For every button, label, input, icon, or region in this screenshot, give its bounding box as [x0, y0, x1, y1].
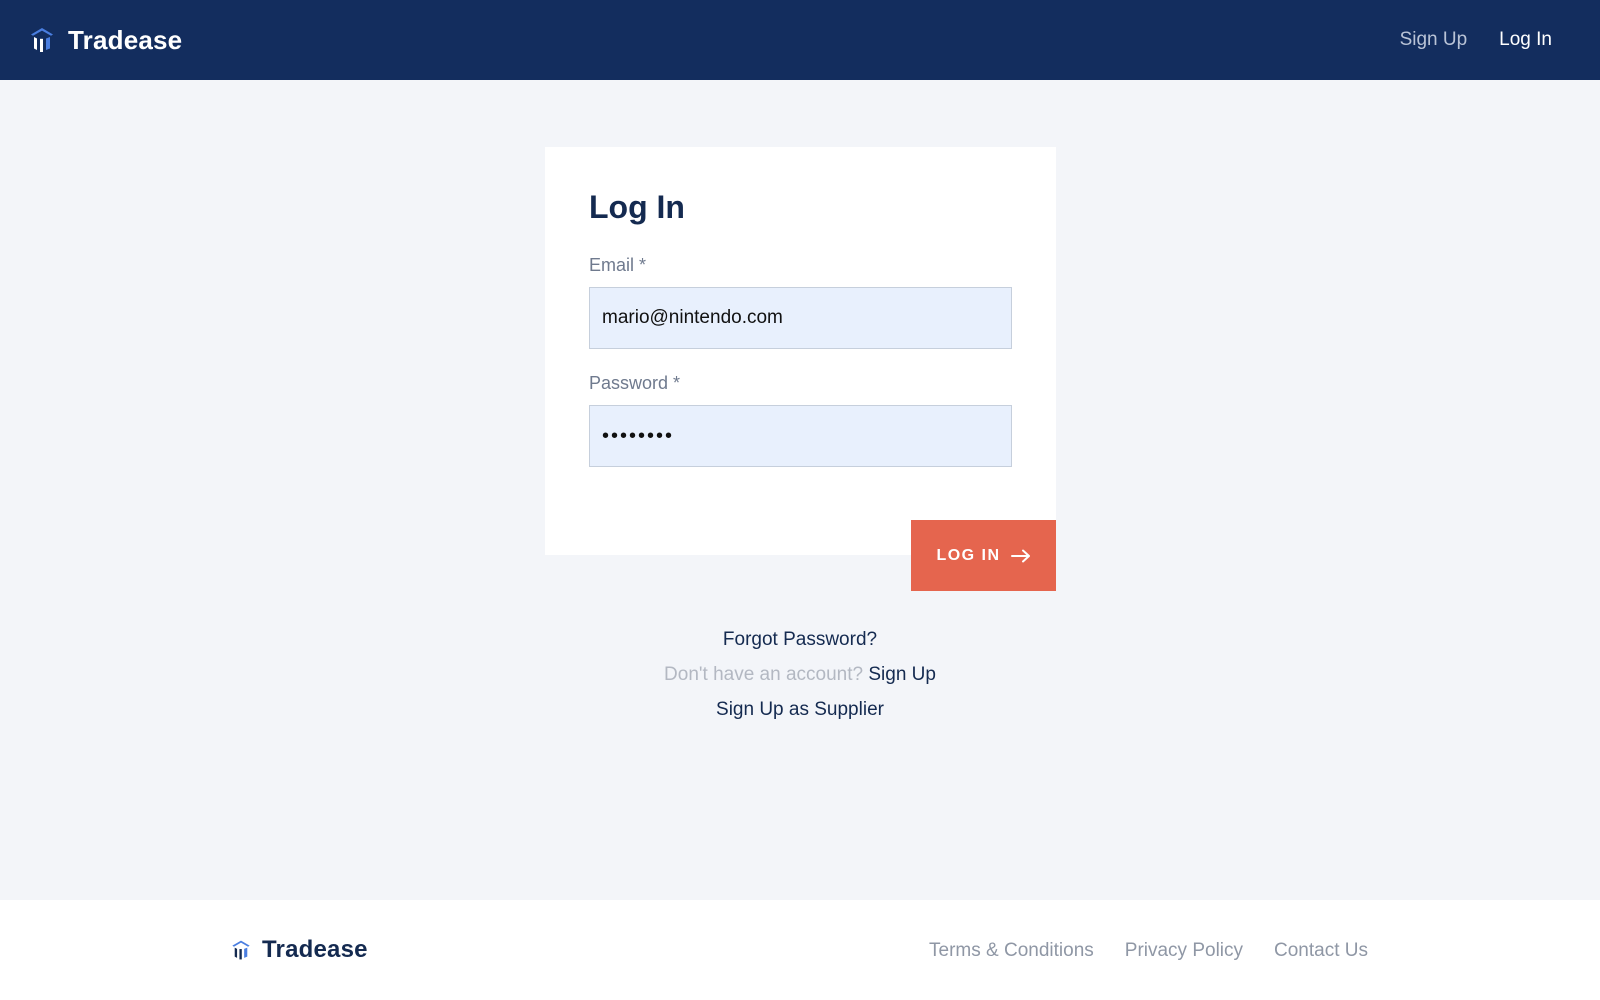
- signup-supplier-link[interactable]: Sign Up as Supplier: [716, 699, 884, 720]
- signup-link[interactable]: Sign Up: [868, 664, 936, 685]
- login-submit-button[interactable]: LOG IN: [911, 520, 1056, 591]
- brand-name: Tradease: [68, 24, 183, 55]
- tradease-logo-icon: [232, 940, 250, 960]
- footer-link-privacy[interactable]: Privacy Policy: [1125, 940, 1243, 962]
- nav-login-link[interactable]: Log In: [1499, 29, 1552, 51]
- login-card: Log In Email * Password *: [545, 147, 1056, 555]
- arrow-right-icon: [1010, 549, 1030, 562]
- email-label: Email *: [589, 255, 647, 275]
- supplier-row: Sign Up as Supplier: [0, 692, 1600, 727]
- top-navbar: Tradease Sign Up Log In: [0, 0, 1600, 80]
- footer-brand[interactable]: Tradease: [230, 936, 368, 964]
- forgot-password-row: Forgot Password?: [0, 622, 1600, 657]
- password-label: Password *: [589, 373, 681, 393]
- footer-link-terms[interactable]: Terms & Conditions: [929, 940, 1094, 962]
- footer-brand-name: Tradease: [262, 936, 368, 963]
- header-nav: Sign Up Log In: [1368, 29, 1552, 51]
- footer: Tradease Terms & Conditions Privacy Poli…: [0, 900, 1600, 1000]
- auth-links: Forgot Password? Don't have an account? …: [0, 622, 1600, 727]
- nav-signup-link[interactable]: Sign Up: [1400, 29, 1468, 51]
- password-field[interactable]: [589, 405, 1012, 467]
- footer-nav: Terms & Conditions Privacy Policy Contac…: [898, 940, 1368, 962]
- tradease-logo-icon: [31, 28, 53, 52]
- no-account-text: Don't have an account?: [664, 664, 864, 685]
- signup-row: Don't have an account? Sign Up: [0, 657, 1600, 692]
- forgot-password-link[interactable]: Forgot Password?: [723, 629, 877, 650]
- login-submit-label: LOG IN: [936, 546, 1001, 564]
- email-field[interactable]: [589, 287, 1012, 349]
- login-title: Log In: [589, 189, 685, 225]
- footer-link-contact[interactable]: Contact Us: [1274, 940, 1368, 962]
- header-brand[interactable]: Tradease: [28, 25, 182, 56]
